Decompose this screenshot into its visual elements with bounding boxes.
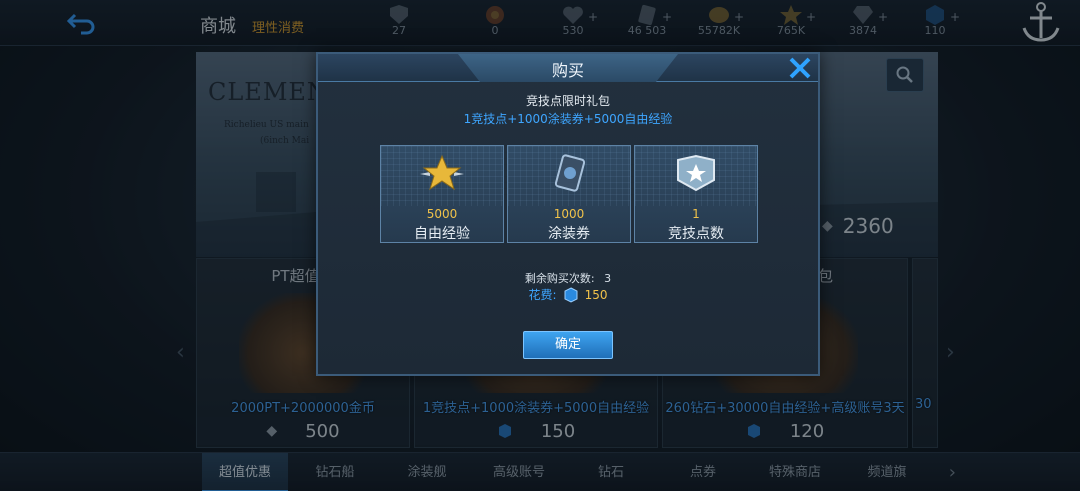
close-icon (789, 57, 811, 79)
dialog-title: 购买 (551, 61, 584, 80)
item-name: 自由经验 (414, 226, 470, 242)
pack-name: 竞技点限时礼包 (525, 94, 610, 108)
remaining-purchases: 剩余购买次数: 3 (318, 270, 818, 286)
gold-star-icon (420, 154, 464, 191)
close-button[interactable] (786, 54, 814, 82)
cost-label: 花费: (528, 288, 557, 302)
item-name: 涂装券 (548, 226, 590, 242)
item-count: 1000 (553, 207, 585, 221)
remaining-label: 剩余购买次数: (524, 272, 595, 285)
item-count: 5000 (426, 207, 458, 221)
dialog-header: 购买 (318, 54, 818, 82)
blue-gem-icon (564, 286, 578, 303)
confirm-button[interactable]: 确定 (523, 331, 613, 359)
item-count: 1 (692, 207, 700, 221)
remaining-value: 3 (604, 272, 612, 285)
cost-row: 花费: 150 (318, 286, 818, 303)
pack-description: 1竞技点+1000涂装券+5000自由经验 (463, 112, 673, 126)
reward-item: 1000 涂装券 (507, 145, 631, 243)
purchase-dialog: 购买 竞技点限时礼包 1竞技点+1000涂装券+5000自由经验 5000 自由… (316, 52, 820, 376)
arena-badge-icon (677, 154, 715, 192)
reward-items: 5000 自由经验 1000 涂装券 1 竞技点数 (380, 145, 760, 243)
cost-value: 150 (584, 287, 608, 302)
item-name: 竞技点数 (668, 226, 724, 242)
reward-item: 5000 自由经验 (380, 145, 504, 243)
reward-item: 1 竞技点数 (634, 145, 758, 243)
skin-ticket-icon (554, 154, 586, 192)
